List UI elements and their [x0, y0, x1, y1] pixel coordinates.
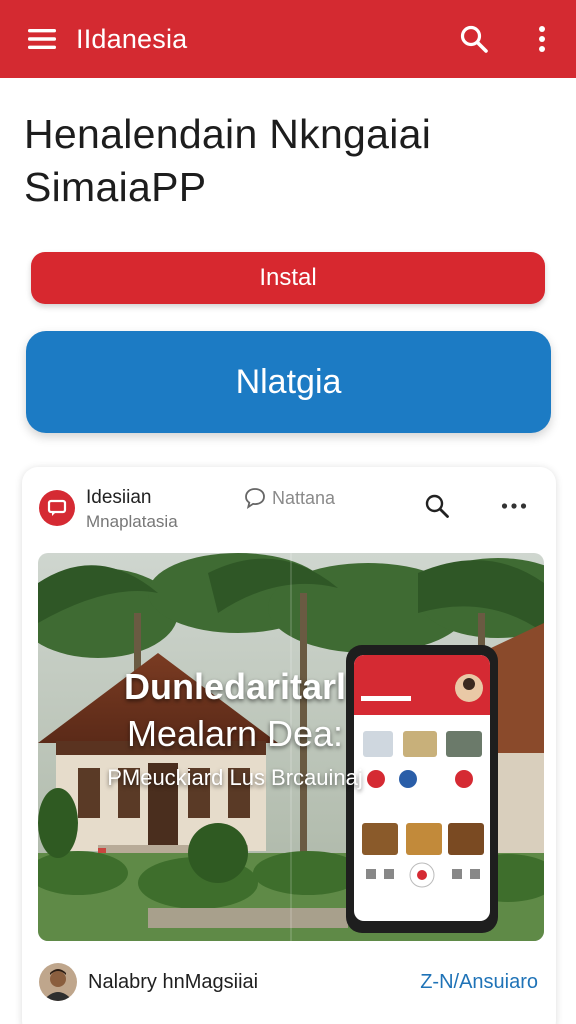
card-footer: Nalabry hnMagsiiai Z-N/Ansuiaro [22, 953, 556, 1013]
app-subtitle: Mnaplatasia [86, 512, 178, 531]
app-name: Idesiian [86, 487, 152, 508]
chat-bubble-icon [245, 488, 265, 509]
install-button[interactable]: Instal [31, 252, 545, 304]
app-card: Idesiian Mnaplatasia Nattana Dunledarita… [22, 467, 556, 1024]
comment-label: Nattana [272, 487, 336, 508]
page-headline: Henalendain Nkngaiai SimaiaPP [24, 111, 432, 210]
card-more-button[interactable] [496, 489, 532, 523]
app-bar: IIdanesia [0, 0, 576, 78]
app-title: IIdanesia [76, 23, 188, 54]
comment-link[interactable]: Nattana [244, 487, 335, 509]
app-logo[interactable] [39, 490, 75, 526]
card-search-button[interactable] [420, 489, 454, 523]
card-header: Idesiian Mnaplatasia Nattana [22, 467, 556, 553]
more-horizontal-icon [501, 503, 527, 509]
author-avatar[interactable] [39, 963, 77, 1001]
banner-title: Dunledaritarl [123, 666, 347, 707]
banner-caption: PMeuckiard Lus Brcauinaj [107, 765, 363, 790]
primary-action-button[interactable]: Nlatgia [26, 331, 551, 433]
author-name: Nalabry hnMagsiiai [88, 971, 259, 993]
banner-text: Dunledaritarl Mealarn Dea: PMeuckiard Lu… [38, 665, 432, 791]
menu-icon [28, 29, 56, 49]
more-vertical-icon [539, 26, 545, 52]
search-button[interactable] [452, 17, 496, 61]
search-icon [425, 494, 449, 518]
search-icon [460, 25, 488, 53]
avatar-image [39, 963, 77, 1001]
banner-subtitle: Mealarn Dea: [126, 713, 344, 754]
app-logo-icon [47, 499, 67, 516]
tag-link[interactable]: Z-N/Ansuiaro [420, 971, 538, 994]
menu-button[interactable] [22, 19, 62, 59]
feature-banner[interactable]: Dunledaritarl Mealarn Dea: PMeuckiard Lu… [38, 553, 544, 941]
more-options-button[interactable] [520, 17, 564, 61]
